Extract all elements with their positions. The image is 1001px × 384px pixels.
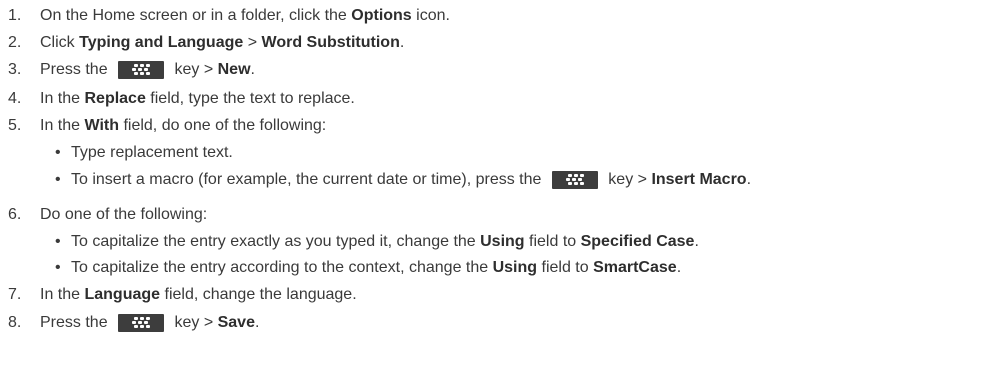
step-text-segment: On the Home screen or in a folder, click…	[40, 7, 352, 24]
blackberry-menu-key-icon	[118, 314, 165, 332]
step-item: 8. Press the key > Save.	[0, 311, 1001, 335]
step-item: 1. On the Home screen or in a folder, cli…	[0, 4, 1001, 28]
bold-term: Options	[351, 7, 412, 24]
sub-step: • To insert a macro (for example, the cur…	[0, 168, 1001, 192]
step-text-segment: Type replacement text.	[71, 144, 233, 161]
step-text-segment: .	[746, 171, 752, 188]
step-number: 3.	[8, 61, 22, 78]
blackberry-menu-key-icon	[551, 171, 598, 189]
bold-term: Using	[492, 259, 538, 276]
step-text: In the Replace field, type the text to r…	[40, 90, 355, 108]
bold-term: Language	[84, 286, 161, 303]
bold-term: New	[217, 61, 251, 78]
bold-term: Specified Case	[580, 233, 695, 250]
sub-step: • To capitalize the entry according to th…	[0, 256, 1001, 280]
step-text-segment: Press the	[40, 61, 113, 78]
step-text-segment: .	[694, 233, 699, 250]
step-text-segment: field to	[524, 233, 581, 250]
step-text-segment: To insert a macro (for example, the curr…	[71, 171, 546, 188]
step-text-segment: .	[399, 34, 405, 51]
sub-step: • Type replacement text.	[0, 141, 1001, 165]
bold-term: Word Substitution	[261, 34, 400, 51]
step-text-segment: field to	[537, 259, 594, 276]
step-number: 8.	[8, 314, 22, 331]
step-text: Type replacement text.	[71, 144, 233, 162]
step-text-segment: .	[254, 314, 260, 331]
step-text: Press the key > New.	[40, 61, 255, 79]
step-text-segment: Press the	[40, 314, 113, 331]
sub-step: • To capitalize the entry exactly as you …	[0, 230, 1001, 254]
step-text-segment: key >	[603, 171, 652, 188]
step-text-segment: icon.	[411, 7, 450, 24]
step-text-segment: Click	[40, 34, 80, 51]
step-text-segment: >	[243, 34, 262, 51]
step-text-segment: key >	[170, 314, 218, 331]
instructions-document: 1. On the Home screen or in a folder, cli…	[0, 0, 1001, 384]
bold-term: Typing and Language	[79, 34, 244, 51]
blackberry-menu-key-icon	[118, 61, 165, 79]
step-text-segment: In the	[40, 286, 85, 303]
bullet-marker: •	[55, 144, 61, 161]
step-text: To capitalize the entry exactly as you t…	[71, 233, 699, 251]
bullet-marker: •	[55, 259, 61, 276]
step-text-segment: In the	[40, 90, 85, 107]
step-item: 6. Do one of the following:	[0, 203, 1001, 227]
step-text: In the Language field, change the langua…	[40, 286, 357, 304]
bold-term: Using	[480, 233, 525, 250]
step-item: 7. In the Language field, change the lang…	[0, 283, 1001, 307]
step-text-segment: In the	[40, 117, 85, 134]
step-text: Click Typing and Language > Word Substit…	[40, 34, 404, 52]
step-number: 5.	[8, 117, 22, 134]
step-item: 3. Press the key > New.	[0, 58, 1001, 82]
step-text-segment: .	[250, 61, 255, 78]
bullet-marker: •	[55, 233, 61, 250]
step-text-segment: key >	[170, 61, 218, 78]
step-item: 2. Click Typing and Language > Word Subst…	[0, 31, 1001, 55]
bold-term: Replace	[84, 90, 146, 107]
step-text: To capitalize the entry according to the…	[71, 259, 681, 277]
step-number: 6.	[8, 206, 22, 223]
bold-term: Insert Macro	[651, 171, 747, 188]
bold-term: Save	[217, 314, 255, 331]
step-text: In the With field, do one of the followi…	[40, 117, 326, 135]
step-text-segment: Do one of the following:	[40, 206, 208, 223]
step-item: 5. In the With field, do one of the follo…	[0, 114, 1001, 138]
step-number: 7.	[8, 286, 22, 303]
bullet-marker: •	[55, 171, 61, 188]
bold-term: SmartCase	[593, 259, 677, 276]
step-text: To insert a macro (for example, the curr…	[71, 171, 751, 189]
step-text-segment: .	[676, 259, 682, 276]
step-number: 4.	[8, 90, 22, 107]
bold-term: With	[84, 117, 119, 134]
step-number: 1.	[8, 7, 22, 24]
step-item: 4. In the Replace field, type the text to…	[0, 87, 1001, 111]
step-text-segment: field, change the language.	[160, 286, 357, 303]
step-text: On the Home screen or in a folder, click…	[40, 7, 450, 25]
step-number: 2.	[8, 34, 22, 51]
step-text-segment: field, do one of the following:	[119, 117, 327, 134]
step-text-segment: To capitalize the entry exactly as you t…	[71, 233, 481, 250]
step-text: Do one of the following:	[40, 206, 207, 224]
step-text-segment: field, type the text to replace.	[145, 90, 355, 107]
step-text-segment: To capitalize the entry according to the…	[71, 259, 493, 276]
step-text: Press the key > Save.	[40, 314, 259, 332]
